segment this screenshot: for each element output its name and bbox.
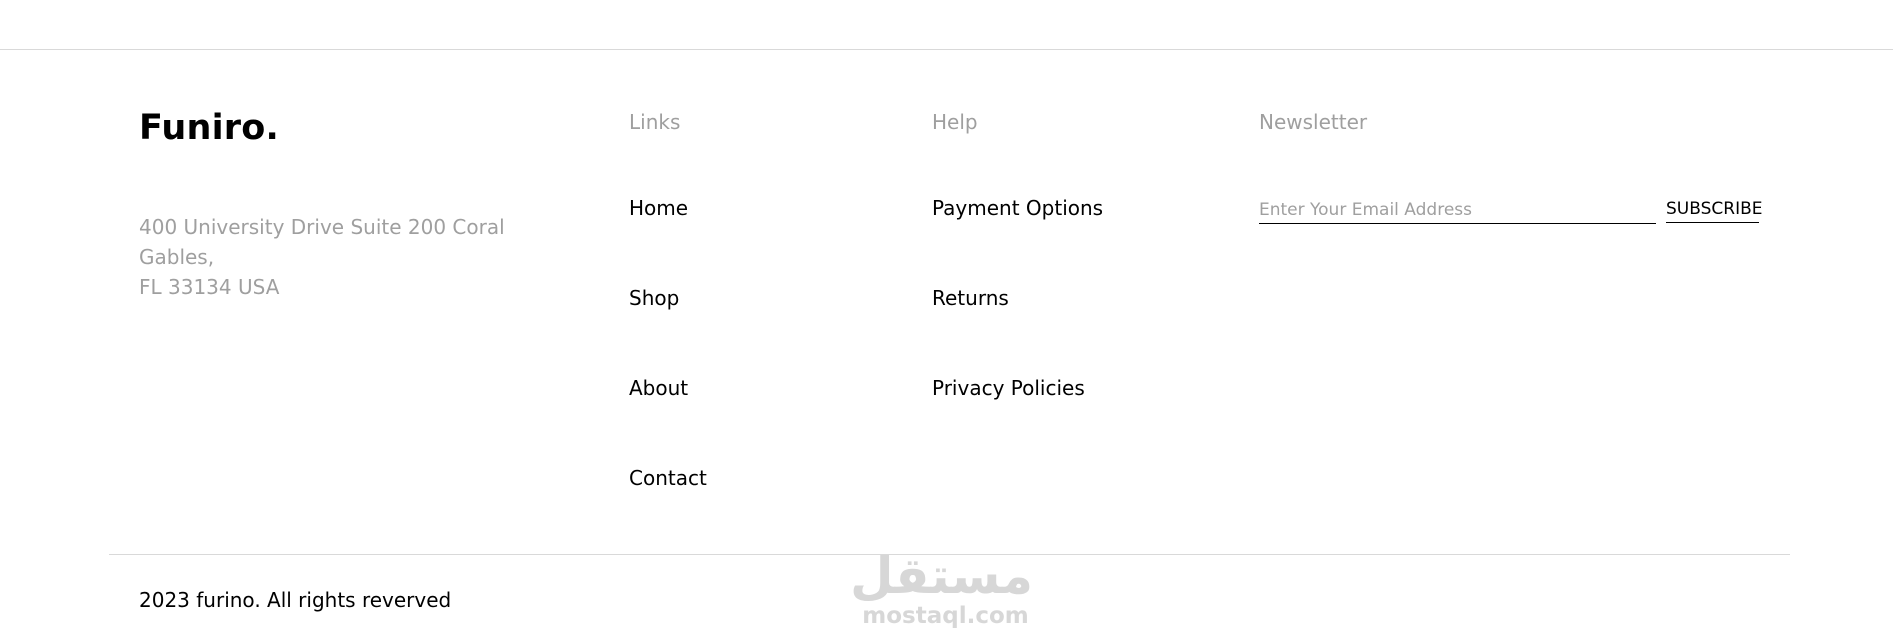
copyright-text: 2023 furino. All rights reverved <box>139 588 452 612</box>
address-line-2: Gables, <box>139 245 215 269</box>
footer-link-privacy-policies[interactable]: Privacy Policies <box>932 376 1103 466</box>
address-line-1: 400 University Drive Suite 200 Coral <box>139 215 505 239</box>
watermark: مستقل mostaql.com <box>850 547 1033 630</box>
address-line-3: FL 33134 USA <box>139 275 280 299</box>
help-list: Payment Options Returns Privacy Policies <box>932 196 1103 466</box>
newsletter-heading: Newsletter <box>1259 110 1368 134</box>
footer-link-contact[interactable]: Contact <box>629 466 707 556</box>
footer-link-about[interactable]: About <box>629 376 707 466</box>
links-heading: Links <box>629 110 681 134</box>
watermark-url: mostaql.com <box>862 603 1029 629</box>
help-heading: Help <box>932 110 978 134</box>
watermark-logo: مستقل <box>850 547 1033 605</box>
top-divider <box>0 49 1893 50</box>
footer-link-returns[interactable]: Returns <box>932 286 1103 376</box>
footer-link-home[interactable]: Home <box>629 196 707 286</box>
company-address: 400 University Drive Suite 200 Coral Gab… <box>139 212 524 302</box>
newsletter-email-input[interactable] <box>1259 196 1656 224</box>
subscribe-button[interactable]: SUBSCRIBE <box>1666 196 1763 223</box>
footer-link-payment-options[interactable]: Payment Options <box>932 196 1103 286</box>
links-list: Home Shop About Contact <box>629 196 707 556</box>
footer-link-shop[interactable]: Shop <box>629 286 707 376</box>
brand-logo[interactable]: Funiro. <box>139 108 279 148</box>
